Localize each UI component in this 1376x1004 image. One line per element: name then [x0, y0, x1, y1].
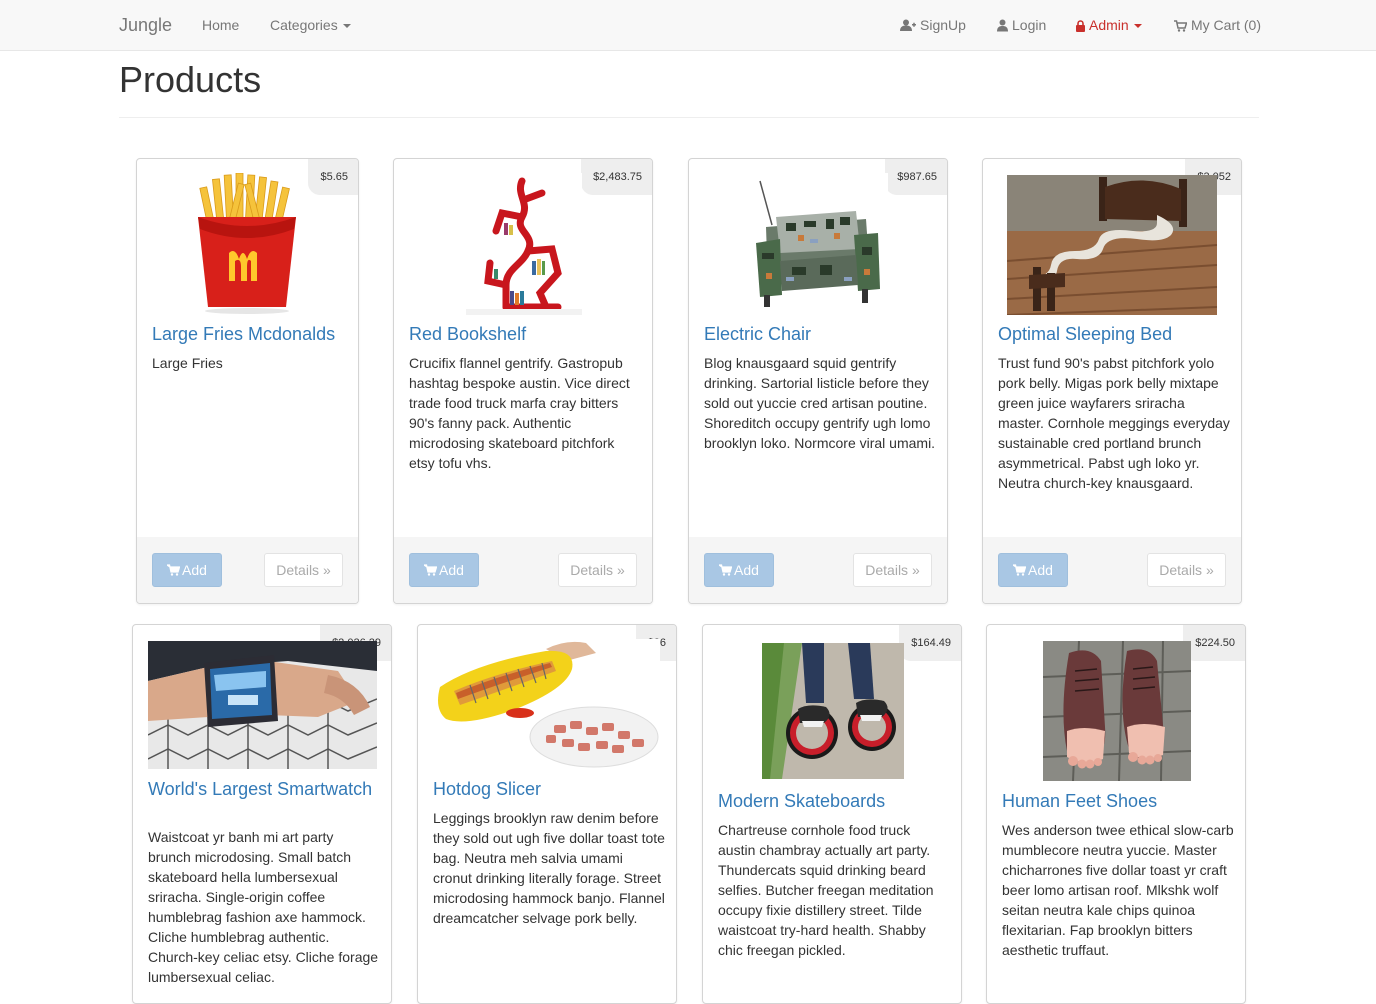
nav-login-link[interactable]: Login — [997, 0, 1046, 50]
product-image-electric-chair[interactable] — [746, 173, 888, 315]
shopping-cart-icon — [167, 564, 181, 576]
categories-label: Categories — [270, 17, 338, 33]
page-title: Products — [119, 59, 262, 100]
shopping-cart-icon — [1013, 564, 1027, 576]
nav-signup-link[interactable]: SignUp — [900, 0, 966, 50]
product-name[interactable]: Large Fries Mcdonalds — [152, 325, 347, 344]
product-card: $987.65 Electric Chair Blog knausgaard s… — [688, 158, 948, 604]
caret-down-icon — [1133, 24, 1142, 29]
price-tag: $2,483.75 — [581, 159, 652, 195]
product-description: Crucifix flannel gentrify. Gastropub has… — [409, 355, 630, 471]
product-image-hotdog-slicer[interactable] — [436, 639, 660, 769]
card-footer: Add Details » — [983, 537, 1241, 603]
add-to-cart-button[interactable]: Add — [152, 553, 222, 587]
product-description: Large Fries — [152, 355, 223, 371]
product-image-sleeping-bed[interactable] — [1007, 175, 1217, 315]
product-name[interactable]: Electric Chair — [704, 325, 936, 344]
product-description: Chartreuse cornhole food truck austin ch… — [718, 822, 934, 958]
details-button[interactable]: Details » — [264, 553, 343, 587]
add-button-label: Add — [1028, 562, 1053, 578]
admin-label: Admin — [1089, 17, 1129, 33]
nav-cart-link[interactable]: My Cart (0) — [1174, 0, 1261, 50]
product-card: $2,483.75 Red Bookshelf Crucifix flannel… — [393, 158, 653, 604]
add-button-label: Add — [439, 562, 464, 578]
product-card: $2,026.29 World's Largest Smartwatch Wai… — [132, 624, 392, 1004]
signup-label: SignUp — [920, 17, 966, 33]
add-to-cart-button[interactable]: Add — [998, 553, 1068, 587]
add-button-label: Add — [734, 562, 759, 578]
card-footer: Add Details » — [689, 537, 947, 603]
product-name[interactable]: Modern Skateboards — [718, 792, 950, 811]
add-button-label: Add — [182, 562, 207, 578]
navbar: Jungle Home Categories SignUp Login Admi… — [0, 0, 1376, 51]
product-image-red-bookshelf[interactable] — [466, 173, 582, 315]
product-name[interactable]: Optimal Sleeping Bed — [998, 325, 1230, 344]
nav-admin-dropdown[interactable]: Admin — [1076, 0, 1142, 50]
product-name[interactable]: World's Largest Smartwatch — [148, 780, 380, 799]
user-icon — [997, 19, 1008, 32]
product-description: Waistcoat yr banh mi art party brunch mi… — [148, 829, 379, 985]
product-image-smartwatch[interactable] — [148, 641, 377, 769]
product-name[interactable]: Red Bookshelf — [409, 325, 641, 344]
cart-label: My Cart (0) — [1191, 17, 1261, 33]
card-footer: Add Details » — [137, 537, 358, 603]
product-card: $3,052 Optimal Sleeping Bed Trust fund 9… — [982, 158, 1242, 604]
shopping-cart-icon — [1174, 20, 1187, 32]
product-card: $164.49 Modern Skateboards Chartreuse co… — [702, 624, 962, 1004]
product-card: $224.50 Human Feet Shoes Wes anderson tw… — [986, 624, 1246, 1004]
product-description: Blog knausgaard squid gentrify drinking.… — [704, 355, 936, 451]
brand-link[interactable]: Jungle — [119, 0, 172, 50]
product-name[interactable]: Human Feet Shoes — [1002, 792, 1234, 811]
product-description: Trust fund 90's pabst pitchfork yolo por… — [998, 355, 1230, 491]
details-button[interactable]: Details » — [558, 553, 637, 587]
price-tag: $987.65 — [885, 159, 947, 195]
product-name[interactable]: Hotdog Slicer — [433, 780, 665, 799]
price-tag: $5.65 — [308, 159, 358, 195]
details-button[interactable]: Details » — [853, 553, 932, 587]
details-button[interactable]: Details » — [1147, 553, 1226, 587]
lock-icon — [1076, 20, 1085, 32]
card-footer: Add Details » — [394, 537, 652, 603]
product-image-skateboards[interactable] — [762, 643, 904, 779]
caret-down-icon — [342, 24, 351, 29]
header-divider — [119, 117, 1259, 118]
product-description: Leggings brooklyn raw denim before they … — [433, 810, 665, 926]
product-image-feet-shoes[interactable] — [1043, 641, 1191, 781]
product-description: Wes anderson twee ethical slow-carb mumb… — [1002, 822, 1234, 958]
product-card: $5.65 Large Fries Mcdonalds Large Fries … — [136, 158, 359, 604]
add-to-cart-button[interactable]: Add — [409, 553, 479, 587]
user-plus-icon — [900, 19, 916, 31]
product-image-fries[interactable] — [192, 173, 302, 315]
product-card: $26 Hotdog Slicer Leggings brooklyn raw … — [417, 624, 677, 1004]
price-tag: $224.50 — [1183, 625, 1245, 661]
shopping-cart-icon — [424, 564, 438, 576]
add-to-cart-button[interactable]: Add — [704, 553, 774, 587]
nav-categories-dropdown[interactable]: Categories — [270, 0, 351, 50]
nav-home-link[interactable]: Home — [202, 0, 239, 50]
shopping-cart-icon — [719, 564, 733, 576]
login-label: Login — [1012, 17, 1047, 33]
price-tag: $164.49 — [899, 625, 961, 661]
